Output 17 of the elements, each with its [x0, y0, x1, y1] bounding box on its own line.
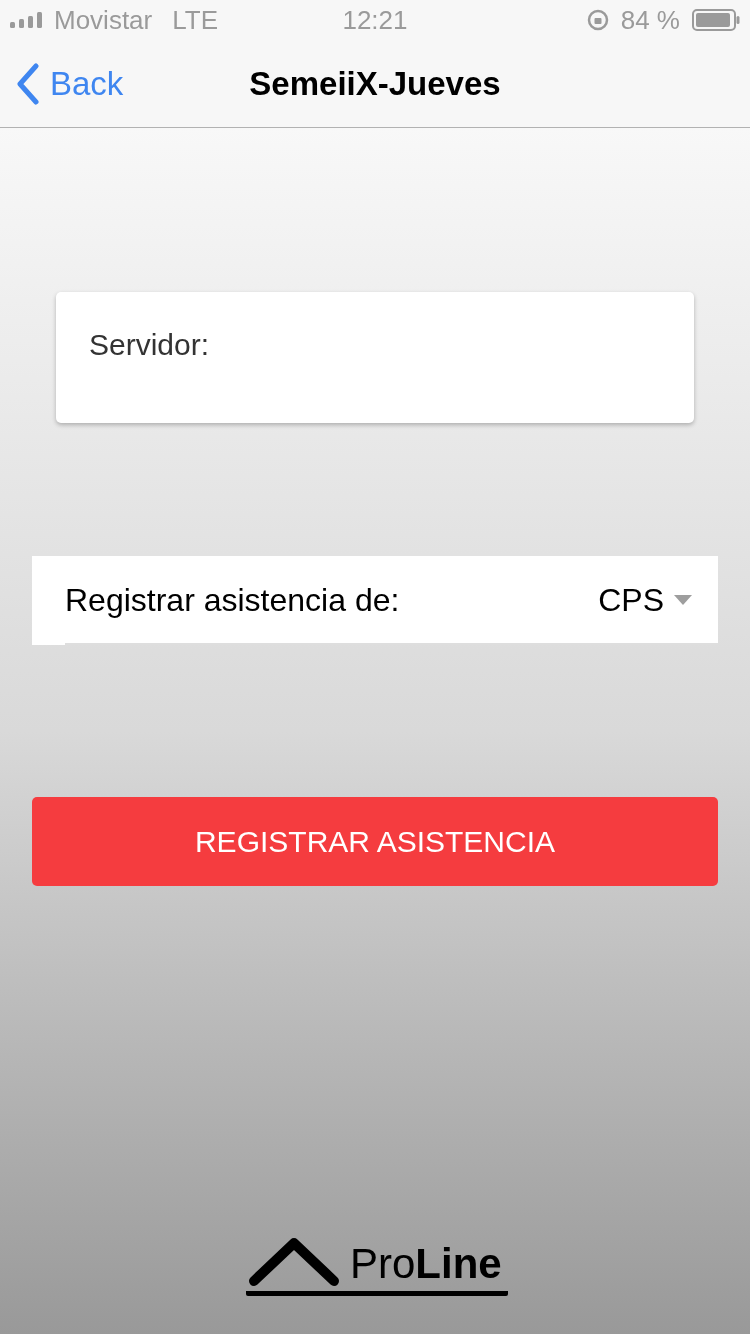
- attendance-dropdown[interactable]: CPS: [598, 575, 718, 624]
- carrier-name: Movistar: [54, 3, 153, 37]
- page-title: SemeiiX-Jueves: [249, 63, 501, 104]
- dropdown-caret-icon: [674, 594, 692, 605]
- clock-time: 12:21: [342, 3, 408, 37]
- network-type: LTE: [172, 3, 218, 37]
- back-button[interactable]: Back: [0, 40, 132, 127]
- battery-icon: [692, 9, 740, 31]
- battery-percent: 84 %: [620, 3, 680, 37]
- signal-icon: [10, 12, 44, 28]
- roof-icon: [248, 1237, 340, 1287]
- server-label: Servidor:: [89, 328, 210, 361]
- back-chevron-icon: [16, 62, 40, 105]
- logo-text: ProLine: [350, 1241, 502, 1287]
- register-button[interactable]: REGISTRAR ASISTENCIA: [32, 797, 718, 886]
- attendance-label: Registrar asistencia de:: [65, 580, 400, 620]
- rotation-lock-icon: [586, 9, 609, 31]
